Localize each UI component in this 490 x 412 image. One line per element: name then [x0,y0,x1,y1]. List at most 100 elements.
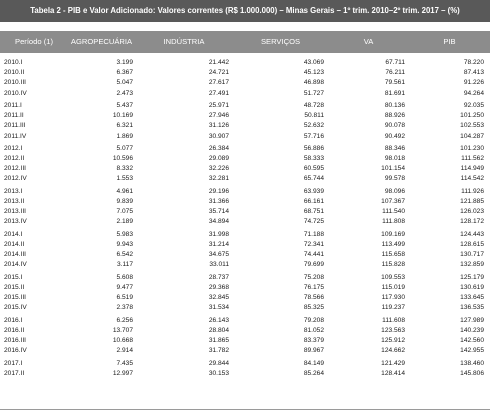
va-cell: 109.553 [381,273,405,281]
header-cell-va: VA [363,37,374,46]
periodo-cell: 2014.II [4,240,25,248]
table-row: 2012.II 10.596 29.089 58.333 98.018 111.562 [0,154,490,164]
table-row: 2013.IV 2.189 34.894 74.725 111.808 128.172 [0,217,490,227]
servicos-cell: 85.325 [303,304,324,312]
agropecuaria-cell: 6.256 [116,316,133,324]
table-row: 2015.II 9.477 29.368 76.175 115.019 130.619 [0,283,490,293]
table-row: 2013.I 4.961 29.196 63.939 98.096 111.926 [0,187,490,197]
pib-cell: 87.413 [463,69,484,77]
table-row: 2013.II 9.839 31.366 66.161 107.367 121.885 [0,197,490,207]
table-row: 2012.III 8.332 32.226 60.595 101.154 114.949 [0,164,490,174]
servicos-cell: 50.811 [304,112,324,120]
pib-cell: 111.926 [461,187,484,195]
industria-cell: 28.804 [208,326,229,334]
agropecuaria-cell: 5.608 [116,273,133,281]
table-container: Tabela 2 - PIB e Valor Adicionado: Valor… [0,0,490,412]
pib-cell: 127.989 [460,316,484,324]
pib-cell: 142.955 [460,347,484,355]
industria-cell: 30.907 [208,132,229,140]
agropecuaria-cell: 10.169 [112,112,133,120]
va-cell: 109.169 [381,230,405,238]
servicos-cell: 85.264 [303,369,324,377]
servicos-cell: 65.744 [303,175,324,183]
servicos-cell: 83.379 [303,337,324,344]
industria-cell: 21.442 [208,59,229,66]
va-cell: 88.926 [384,112,405,120]
pib-cell: 130.717 [460,251,484,259]
periodo-cell: 2011.IV [4,132,27,140]
servicos-cell: 60.595 [303,165,324,173]
pib-cell: 92.035 [463,101,484,109]
agropecuaria-cell: 6.367 [116,69,133,77]
header-row: Período (1) AGROPECUÁRIA INDÚSTRIA SERVI… [0,31,490,53]
servicos-cell: 81.052 [303,326,324,334]
table-row: 2015.III 6.519 32.845 78.566 117.930 133.645 [0,293,490,303]
va-cell: 107.367 [381,198,405,205]
agropecuaria-cell: 5.047 [116,79,133,87]
industria-cell: 29.844 [208,359,229,367]
industria-cell: 29.368 [208,283,229,291]
va-cell: 90.078 [384,122,405,130]
periodo-cell: 2017.II [4,369,25,377]
agropecuaria-cell: 9.839 [116,198,133,205]
periodo-cell: 2010.IV [4,89,27,97]
periodo-cell: 2015.III [4,294,26,302]
table-row: 2014.III 6.542 34.675 74.441 115.658 130.717 [0,250,490,260]
pib-cell: 133.645 [460,294,484,302]
servicos-cell: 74.725 [303,218,324,226]
servicos-cell: 63.939 [303,187,324,195]
pib-cell: 91.226 [463,79,484,87]
table-row: 2011.I 5.437 25.971 48.728 80.136 92.035 [0,101,490,111]
pib-cell: 111.562 [461,155,484,163]
va-cell: 76.211 [385,69,405,77]
va-cell: 113.499 [381,240,405,248]
agropecuaria-cell: 2.473 [116,89,133,97]
servicos-cell: 57.716 [303,132,324,140]
agropecuaria-cell: 7.075 [116,208,133,216]
periodo-cell: 2015.IV [4,304,27,312]
table-row: 2015.I 5.608 28.737 75.208 109.553 125.179 [0,273,490,283]
industria-cell: 32.845 [208,294,229,302]
va-cell: 67.711 [385,59,405,66]
agropecuaria-cell: 9.477 [116,283,133,291]
industria-cell: 24.721 [208,69,229,77]
agropecuaria-cell: 2.914 [116,347,133,355]
agropecuaria-cell: 6.321 [116,122,133,130]
periodo-cell: 2015.I [4,273,23,281]
periodo-cell: 2016.III [4,337,26,344]
va-cell: 119.237 [381,304,405,312]
pib-cell: 114.542 [460,175,484,183]
agropecuaria-cell: 9.943 [116,240,133,248]
industria-cell: 26.384 [208,144,229,152]
pib-cell: 78.220 [463,59,484,66]
servicos-cell: 74.441 [303,251,324,259]
pib-cell: 128.615 [460,240,484,248]
pib-cell: 140.239 [460,326,484,334]
pib-cell: 114.949 [460,165,484,173]
pib-cell: 138.460 [460,359,484,367]
header-cell-industria: INDÚSTRIA [163,37,205,46]
industria-cell: 35.714 [208,208,229,216]
pib-cell: 104.287 [460,132,484,140]
servicos-cell: 79.208 [303,316,324,324]
pib-cell: 124.443 [460,230,484,238]
agropecuaria-cell: 3.199 [116,59,133,66]
agropecuaria-cell: 1.869 [116,132,133,140]
pib-cell: 136.535 [460,304,484,312]
industria-cell: 32.281 [208,175,229,183]
agropecuaria-cell: 1.553 [116,175,133,183]
pib-cell: 145.806 [460,369,484,377]
agropecuaria-cell: 10.668 [112,337,133,344]
table-row: 2011.II 10.169 27.946 50.811 88.926 101.250 [0,111,490,121]
servicos-cell: 66.161 [303,198,324,205]
pib-cell: 142.560 [460,337,484,344]
periodo-cell: 2011.II [4,112,24,120]
header-cell-periodo: Período (1) [15,37,53,46]
industria-cell: 31.782 [208,347,229,355]
periodo-cell: 2010.II [4,69,25,77]
agropecuaria-cell: 13.707 [112,326,133,334]
periodo-cell: 2011.III [4,122,26,130]
va-cell: 98.096 [384,187,405,195]
va-cell: 98.018 [384,155,405,163]
periodo-cell: 2010.I [4,59,23,66]
